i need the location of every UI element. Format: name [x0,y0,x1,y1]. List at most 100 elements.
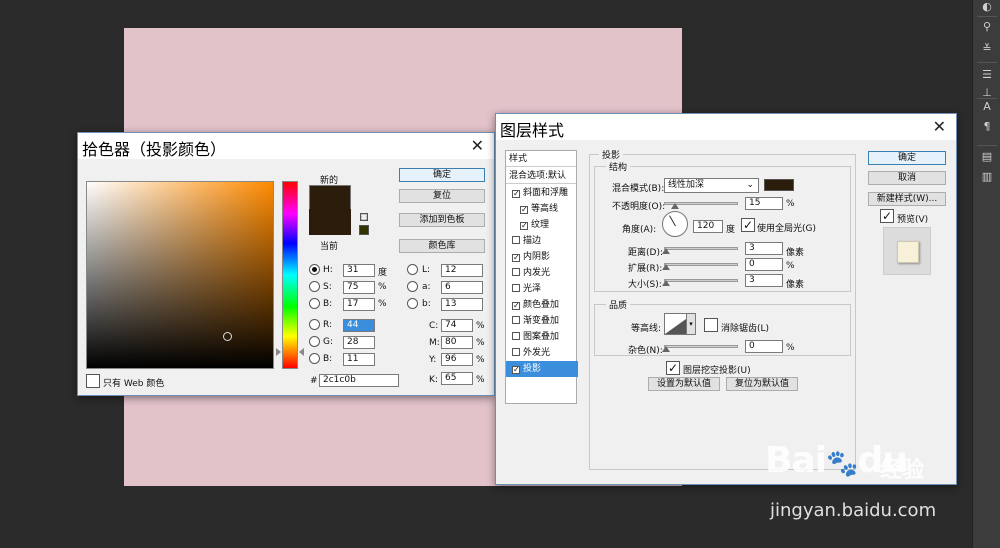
close-icon[interactable]: ✕ [933,117,946,136]
green-radio[interactable] [309,336,320,347]
noise-field[interactable]: 0 [745,340,783,353]
web-only-checkbox[interactable] [86,374,100,388]
hue-slider-handle-right[interactable] [299,348,304,356]
notes-icon[interactable]: ▥ [979,170,995,184]
size-slider-thumb[interactable] [662,280,670,286]
distance-slider-thumb[interactable] [662,248,670,254]
style-list-item[interactable]: 描边 [506,233,578,249]
b-channel-radio[interactable] [407,298,418,309]
reset-default-button[interactable]: 复位为默认值 [726,377,798,391]
close-icon[interactable]: ✕ [471,136,484,155]
saturation-field[interactable]: 75 [343,281,375,294]
style-list-item[interactable]: 内发光 [506,265,578,281]
hex-field[interactable]: 2c1c0b [319,374,399,387]
add-to-swatches-button[interactable]: 添加到色板 [399,213,485,227]
distance-field[interactable]: 3 [745,242,783,255]
style-list-item[interactable]: 外发光 [506,345,578,361]
antialias-checkbox[interactable] [704,318,718,332]
layer-style-titlebar[interactable]: 图层样式 ✕ [496,114,956,140]
style-list-item[interactable]: ✓ 斜面和浮雕 [506,185,578,201]
style-item-checkbox[interactable]: ✓ [520,222,528,230]
styles-header[interactable]: 样式 [506,151,576,167]
ok-button[interactable]: 确定 [399,168,485,182]
spread-slider-thumb[interactable] [662,264,670,270]
noise-slider-thumb[interactable] [662,346,670,352]
style-list-item[interactable]: ✓ 内阴影 [506,249,578,265]
style-item-checkbox[interactable]: ✓ [512,190,520,198]
lightness-field[interactable]: 12 [441,264,483,277]
contour-dropdown-icon[interactable]: ▾ [686,313,696,335]
a-channel-radio[interactable] [407,281,418,292]
brightness-radio[interactable] [309,298,320,309]
green-field[interactable]: 28 [343,336,375,349]
angle-dial[interactable] [662,211,688,237]
adjust-icon[interactable]: ≚ [979,42,995,56]
character-icon[interactable]: A [979,100,995,114]
brightness-field[interactable]: 17 [343,298,375,311]
hue-field[interactable]: 31 [343,264,375,277]
style-list-item[interactable]: 图案叠加 [506,329,578,345]
layers-icon[interactable]: ☰ [979,68,995,82]
web-safe-swatch[interactable] [359,225,369,235]
size-slider[interactable] [664,279,738,282]
style-item-checkbox[interactable] [512,332,520,340]
red-radio[interactable] [309,319,320,330]
style-item-checkbox[interactable]: ✓ [512,254,520,262]
blend-mode-select[interactable]: 线性加深 ⌄ [664,178,759,193]
a-channel-field[interactable]: 6 [441,281,483,294]
style-item-checkbox[interactable] [512,236,520,244]
style-item-checkbox[interactable]: ✓ [512,302,520,310]
info-icon[interactable]: ◐ [979,0,995,14]
opacity-slider-thumb[interactable] [671,203,680,209]
b-channel-field[interactable]: 13 [441,298,483,311]
style-list-item[interactable]: ✓ 投影 [506,361,578,377]
saturation-brightness-field[interactable] [86,181,274,369]
style-item-checkbox[interactable] [512,316,520,324]
ok-button[interactable]: 确定 [868,151,946,165]
brush-icon[interactable]: ⚲ [979,20,995,34]
style-item-checkbox[interactable] [512,284,520,292]
size-field[interactable]: 3 [745,274,783,287]
blending-options-item[interactable]: 混合选项:默认 [506,168,576,184]
reset-button[interactable]: 复位 [399,189,485,203]
spread-field[interactable]: 0 [745,258,783,271]
yellow-field[interactable]: 96 [441,353,473,366]
red-field[interactable]: 44 [343,319,375,332]
noise-slider[interactable] [664,345,738,348]
color-field-cursor[interactable] [223,332,232,341]
knockout-checkbox[interactable]: ✓ [666,361,680,375]
hue-radio[interactable] [309,264,320,275]
black-field[interactable]: 65 [441,372,473,385]
preview-checkbox[interactable]: ✓ [880,209,894,223]
cancel-button[interactable]: 取消 [868,171,946,185]
style-list-item[interactable]: 光泽 [506,281,578,297]
distance-slider[interactable] [664,247,738,250]
blue-field[interactable]: 11 [343,353,375,366]
spread-slider[interactable] [664,263,738,266]
shadow-color-swatch[interactable] [764,179,794,191]
hue-slider-handle-left[interactable] [276,348,281,356]
new-style-button[interactable]: 新建样式(W)... [868,192,946,206]
opacity-field[interactable]: 15 [745,197,783,210]
style-list-item[interactable]: ✓ 颜色叠加 [506,297,578,313]
lightness-radio[interactable] [407,264,418,275]
cyan-field[interactable]: 74 [441,319,473,332]
blue-radio[interactable] [309,353,320,364]
saturation-radio[interactable] [309,281,320,292]
style-item-checkbox[interactable] [512,268,520,276]
style-item-checkbox[interactable]: ✓ [520,206,528,214]
color-picker-titlebar[interactable]: 拾色器（投影颜色） ✕ [78,133,494,159]
style-item-checkbox[interactable] [512,348,520,356]
style-list-item[interactable]: ✓ 纹理 [506,217,578,233]
color-libraries-button[interactable]: 颜色库 [399,239,485,253]
style-list-item[interactable]: ✓ 等高线 [506,201,578,217]
current-color-swatch[interactable] [309,209,351,235]
cube-icon[interactable]: ⬚ [360,213,368,221]
global-light-checkbox[interactable]: ✓ [741,218,755,232]
style-list-item[interactable]: 渐变叠加 [506,313,578,329]
style-item-checkbox[interactable]: ✓ [512,366,520,374]
angle-field[interactable]: 120 [693,220,723,233]
properties-icon[interactable]: ▤ [979,150,995,164]
magenta-field[interactable]: 80 [441,336,473,349]
make-default-button[interactable]: 设置为默认值 [648,377,720,391]
